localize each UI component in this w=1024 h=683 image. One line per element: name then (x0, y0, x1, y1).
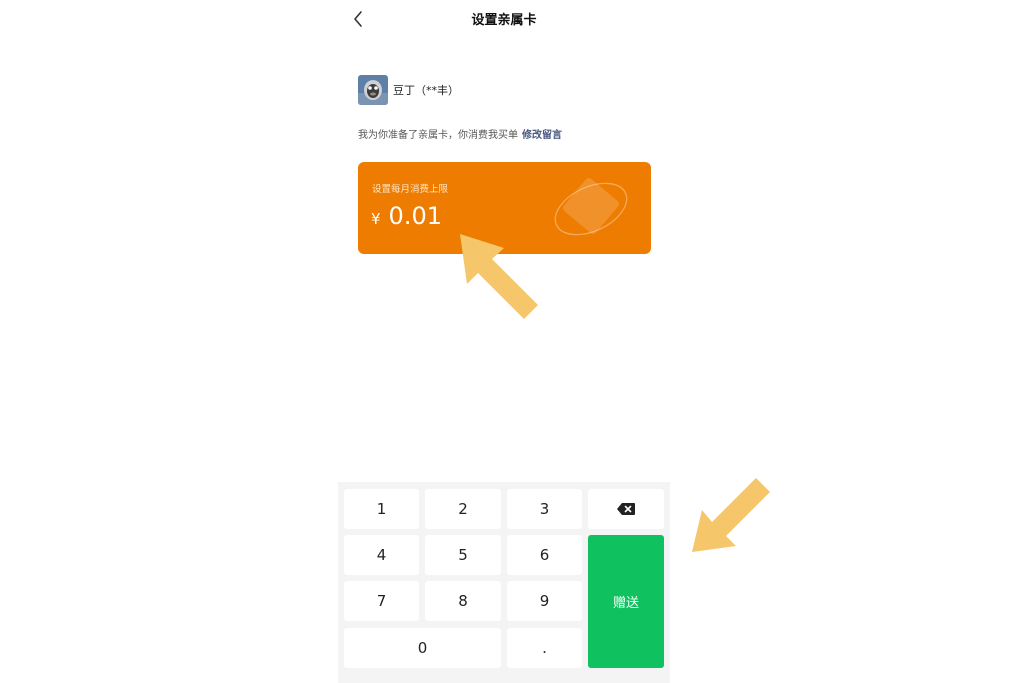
avatar (358, 75, 388, 105)
card-message: 我为你准备了亲属卡，你消费我买单 修改留言 (358, 126, 562, 141)
navigation-bar: 设置亲属卡 (338, 0, 670, 38)
pointer-arrow-icon (460, 234, 538, 319)
key-8[interactable]: 8 (425, 581, 501, 621)
key-3[interactable]: 3 (507, 489, 582, 529)
key-9[interactable]: 9 (507, 581, 582, 621)
key-4[interactable]: 4 (344, 535, 419, 575)
edit-message-link[interactable]: 修改留言 (522, 130, 562, 141)
backspace-key[interactable] (588, 489, 664, 529)
amount-display: ¥ 0.01 (371, 202, 442, 230)
key-7[interactable]: 7 (344, 581, 419, 621)
card-decoration-icon (554, 178, 628, 236)
key-6[interactable]: 6 (507, 535, 582, 575)
message-text: 我为你准备了亲属卡，你消费我买单 (358, 130, 518, 141)
key-2[interactable]: 2 (425, 489, 501, 529)
key-1[interactable]: 1 (344, 489, 419, 529)
send-button[interactable]: 赠送 (588, 535, 664, 668)
recipient-name: 豆丁（**丰） (393, 84, 459, 97)
phone-screen: 设置亲属卡 豆丁（**丰） 我为你准备了亲属卡，你消费我买单 修改留言 设置每月消… (338, 0, 670, 683)
backspace-icon (617, 503, 635, 515)
key-0[interactable]: 0 (344, 628, 501, 668)
key-5[interactable]: 5 (425, 535, 501, 575)
key-decimal[interactable]: . (507, 628, 582, 668)
spending-limit-label: 设置每月消费上限 (372, 184, 449, 195)
pointer-arrow-icon (692, 478, 770, 552)
numeric-keypad: 1 2 3 4 5 6 7 8 9 0 . 赠送 (338, 482, 670, 683)
currency-symbol: ¥ (371, 210, 381, 228)
amount-value: 0.01 (388, 202, 442, 230)
recipient-row: 豆丁（**丰） (358, 75, 459, 105)
page-title: 设置亲属卡 (471, 13, 537, 28)
